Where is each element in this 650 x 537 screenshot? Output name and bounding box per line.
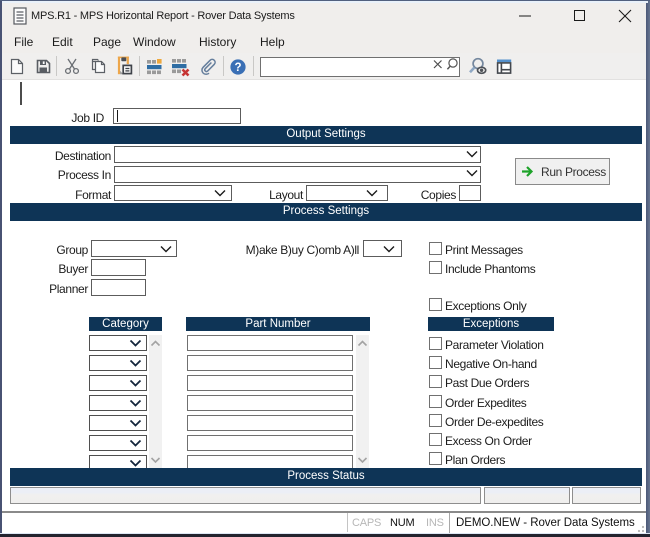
svg-text:?: ? [234,62,241,74]
